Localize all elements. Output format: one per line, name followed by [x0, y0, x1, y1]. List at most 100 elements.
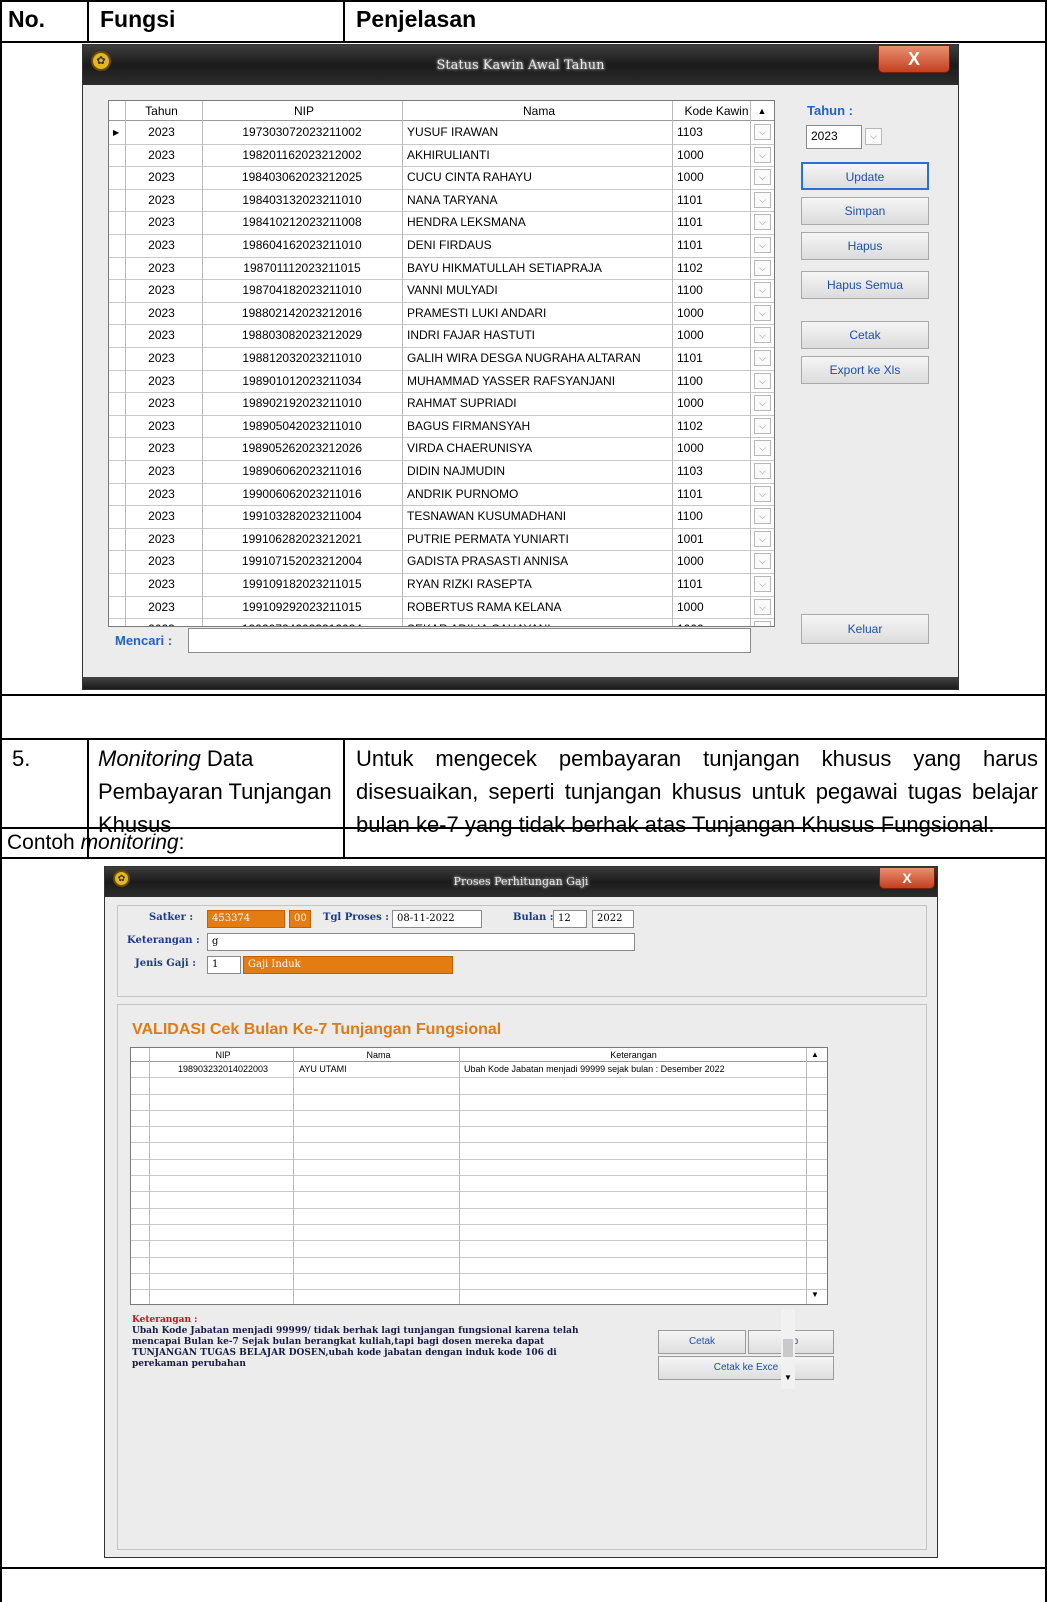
chevron-down-icon[interactable]: ⌵: [754, 463, 771, 479]
tgl-proses-input[interactable]: 08-11-2022: [392, 910, 482, 928]
table-row[interactable]: 2023 198403132023211010 NANA TARYANA 1101 ⌵: [109, 190, 774, 213]
chevron-down-icon[interactable]: ⌵: [754, 146, 771, 163]
chevron-down-icon[interactable]: ⌵: [754, 214, 771, 231]
keluar-button[interactable]: Keluar: [801, 614, 929, 644]
table-row[interactable]: [131, 1192, 827, 1209]
chevron-down-icon[interactable]: ⌵: [754, 327, 771, 344]
chevron-down-icon[interactable]: ⌵: [865, 128, 882, 145]
table-row[interactable]: [131, 1127, 827, 1144]
cell-kode-kawin: 1101: [677, 192, 703, 207]
cell-nip: 199207242023212034: [207, 619, 397, 626]
table-row[interactable]: [131, 1160, 827, 1177]
chevron-down-icon[interactable]: ⌵: [754, 553, 771, 570]
table-row[interactable]: 2023 198906062023211016 DIDIN NAJMUDIN 1103…: [109, 461, 774, 484]
chevron-down-icon[interactable]: ⌵: [754, 417, 771, 434]
scroll-up-icon[interactable]: ▲: [755, 101, 769, 121]
search-input[interactable]: [188, 628, 751, 653]
chevron-down-icon[interactable]: ⌵: [754, 576, 771, 592]
export-xls-button[interactable]: Export ke Xls: [801, 356, 929, 384]
scroll-down-icon[interactable]: ▼: [784, 1373, 792, 1382]
table-row[interactable]: 2023 199207242023212034 SEKAR ADILIA CAHAY…: [109, 619, 774, 626]
table-row[interactable]: 2023 198902192023211010 RAHMAT SUPRIADI 100…: [109, 393, 774, 416]
table-row[interactable]: 2023 198704182023211010 VANNI MULYADI 1100 ⌵: [109, 280, 774, 303]
cell-kode-kawin: 1001: [677, 531, 704, 546]
hapus-button[interactable]: Hapus: [801, 232, 929, 260]
table-row[interactable]: 2023 198701112023211015 BAYU HIKMATULLAH S…: [109, 258, 774, 281]
chevron-down-icon[interactable]: ⌵: [754, 350, 771, 366]
chevron-down-icon[interactable]: ⌵: [754, 124, 771, 140]
table-row[interactable]: 2023 198905262023212026 VIRDA CHAERUNISYA 1…: [109, 438, 774, 461]
table-row[interactable]: 2023 198905042023211010 BAGUS FIRMANSYAH 11…: [109, 416, 774, 439]
table-row[interactable]: 2023 199109182023211015 RYAN RIZKI RASEPTA…: [109, 574, 774, 597]
jenis-gaji-code[interactable]: 1: [207, 956, 241, 974]
table-row[interactable]: [131, 1111, 827, 1128]
cell-nama: VIRDA CHAERUNISYA: [407, 441, 533, 456]
table-row[interactable]: [131, 1176, 827, 1193]
table-row[interactable]: 2023 198410212023211008 HENDRA LEKSMANA 110…: [109, 212, 774, 235]
note-scrollbar[interactable]: ▼: [781, 1309, 795, 1389]
table-row[interactable]: ▶ 2023 197303072023211002 YUSUF IRAWAN 1103 ⌵: [109, 122, 774, 145]
table-row[interactable]: [131, 1274, 827, 1291]
table-row[interactable]: 2023 199106282023212021 PUTRIE PERMATA YUN…: [109, 529, 774, 552]
hapus-semua-button[interactable]: Hapus Semua: [801, 271, 929, 299]
satker-sub-field[interactable]: 00: [289, 910, 311, 928]
table-row[interactable]: [131, 1241, 827, 1258]
table-row[interactable]: 198903232014022003 AYU UTAMI Ubah Kode Jab…: [131, 1062, 827, 1079]
chevron-down-icon[interactable]: ⌵: [754, 530, 771, 547]
search-label: Mencari :: [115, 633, 173, 648]
cetak-button[interactable]: Cetak: [801, 321, 929, 349]
chevron-down-icon[interactable]: ⌵: [754, 169, 771, 186]
simpan-button[interactable]: Simpan: [801, 197, 929, 225]
chevron-down-icon[interactable]: ⌵: [754, 372, 771, 389]
table-row[interactable]: 2023 199006062023211016 ANDRIK PURNOMO 1101…: [109, 484, 774, 507]
cell-nama: GALIH WIRA DESGA NUGRAHA ALTARAN: [407, 351, 641, 365]
table-row[interactable]: 2023 198403062023212025 CUCU CINTA RAHAYU 1…: [109, 167, 774, 190]
bulan-input[interactable]: 12: [553, 910, 587, 928]
close-button[interactable]: X: [879, 867, 935, 889]
tahun-select[interactable]: 2023: [806, 125, 862, 149]
cetak-excel-button[interactable]: Cetak ke Exce: [658, 1356, 834, 1380]
table-row[interactable]: 2023 198201162023212002 AKHIRULIANTI 1000 ⌵: [109, 145, 774, 168]
table-row[interactable]: [131, 1144, 827, 1160]
table-row[interactable]: 2023 198901012023211034 MUHAMMAD YASSER RA…: [109, 371, 774, 394]
table-row[interactable]: [131, 1290, 827, 1304]
cetak-button[interactable]: Cetak: [658, 1330, 746, 1354]
chevron-down-icon[interactable]: ⌵: [754, 485, 771, 502]
scroll-up-icon[interactable]: ▲: [811, 1050, 819, 1059]
table-row[interactable]: 2023 198802142023212016 PRAMESTI LUKI ANDA…: [109, 303, 774, 326]
update-button[interactable]: Update: [801, 162, 929, 190]
chevron-down-icon[interactable]: ⌵: [754, 304, 771, 321]
table-row[interactable]: 2023 198604162023211010 DENI FIRDAUS 1101 ⌵: [109, 235, 774, 258]
chevron-down-icon[interactable]: ⌵: [754, 508, 771, 525]
tahun-input[interactable]: 2022: [592, 910, 634, 928]
table-row[interactable]: [131, 1258, 827, 1274]
table-row[interactable]: 2023 198812032023211010 GALIH WIRA DESGA N…: [109, 348, 774, 371]
close-button[interactable]: X: [878, 45, 950, 73]
chevron-down-icon[interactable]: ⌵: [754, 598, 771, 615]
status-kawin-grid[interactable]: Tahun NIP Nama Kode Kawin ▲ ▶ 2023 1973030…: [108, 100, 775, 627]
chevron-down-icon[interactable]: ⌵: [754, 191, 771, 208]
scrollbar-thumb[interactable]: [783, 1339, 793, 1357]
satker-field[interactable]: 453374: [207, 910, 285, 928]
table-row[interactable]: [131, 1209, 827, 1225]
validasi-grid[interactable]: NIP Nama Keterangan 198903232014022003 AY…: [130, 1047, 828, 1305]
table-row[interactable]: 2023 199103282023211004 TESNAWAN KUSUMADHA…: [109, 506, 774, 529]
chevron-down-icon[interactable]: ⌵: [754, 259, 771, 276]
chevron-down-icon[interactable]: ⌵: [754, 621, 771, 626]
chevron-down-icon[interactable]: ⌵: [754, 395, 771, 412]
table-row[interactable]: [131, 1078, 827, 1095]
table-row[interactable]: 2023 198803082023212029 INDRI FAJAR HASTUT…: [109, 325, 774, 348]
table-row[interactable]: 2023 199107152023212004 GADISTA PRASASTI A…: [109, 551, 774, 574]
cell-nama: YUSUF IRAWAN: [407, 125, 499, 139]
table-row[interactable]: 2023 199109292023211015 ROBERTUS RAMA KELA…: [109, 597, 774, 620]
chevron-down-icon[interactable]: ⌵: [754, 237, 771, 253]
cell-tahun: 2023: [148, 396, 175, 411]
chevron-down-icon[interactable]: ⌵: [754, 440, 771, 457]
table-row[interactable]: [131, 1225, 827, 1242]
table-row[interactable]: [131, 1095, 827, 1111]
jenis-gaji-name: Gaji Induk: [243, 956, 453, 974]
chevron-down-icon[interactable]: ⌵: [754, 282, 771, 299]
scroll-down-icon[interactable]: ▼: [811, 1290, 819, 1299]
keterangan-input[interactable]: g: [207, 933, 635, 951]
cell-tahun: 2023: [129, 619, 194, 626]
